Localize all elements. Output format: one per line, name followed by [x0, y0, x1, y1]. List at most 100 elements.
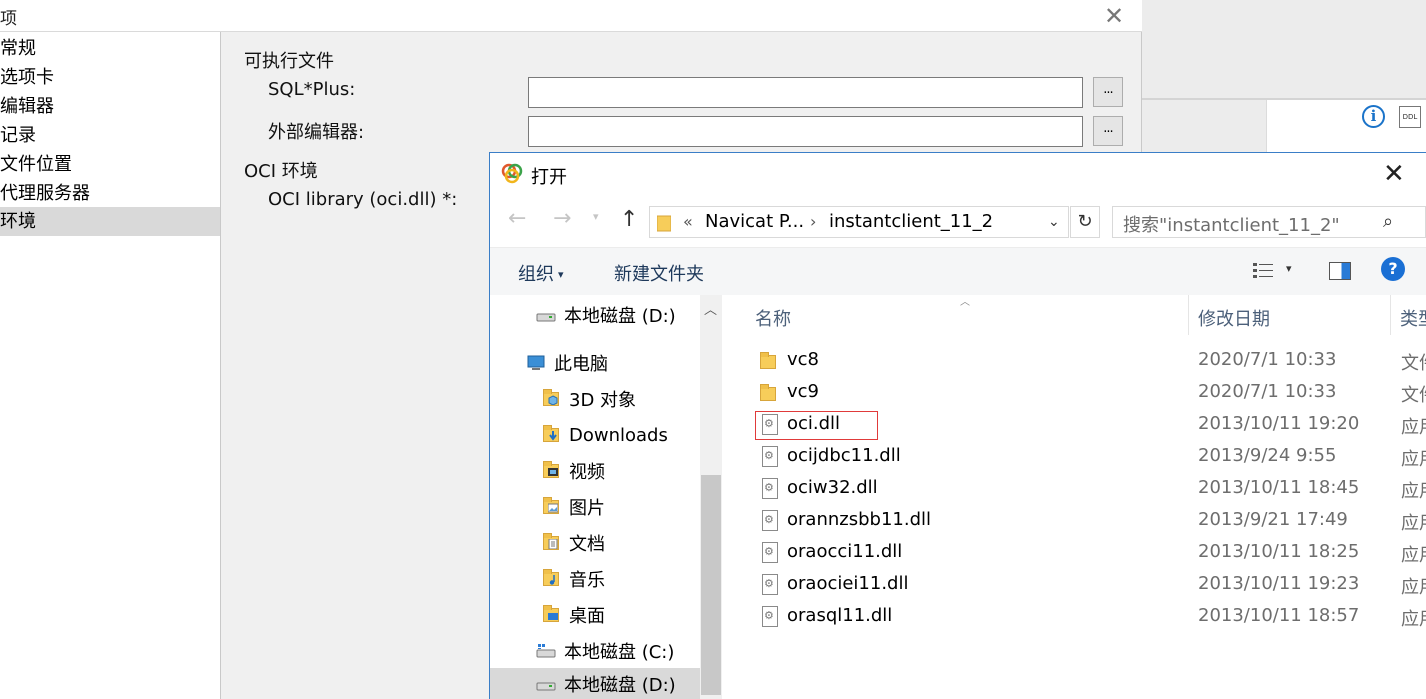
- nav-item-general[interactable]: 常规: [0, 34, 220, 63]
- file-type: 文件夹: [1401, 385, 1426, 406]
- nav-item-proxy[interactable]: 代理服务器: [0, 179, 220, 208]
- column-header-name[interactable]: 名称: [755, 305, 791, 331]
- forward-arrow-icon[interactable]: →: [553, 206, 571, 231]
- help-icon[interactable]: ?: [1381, 257, 1405, 281]
- tree-item-pictures[interactable]: 图片: [541, 491, 700, 523]
- file-row[interactable]: vc8 2020/7/1 10:33 文件夹: [724, 345, 1426, 377]
- search-input[interactable]: 搜索"instantclient_11_2": [1123, 211, 1340, 237]
- column-header-date[interactable]: 修改日期: [1198, 305, 1270, 331]
- file-name: ociw32.dll: [787, 477, 878, 498]
- file-row[interactable]: ocijdbc11.dll 2013/9/24 9:55 应用程序扩展: [724, 441, 1426, 473]
- tree-item-label: 此电脑: [554, 354, 608, 375]
- chevron-down-icon[interactable]: ▾: [1286, 262, 1292, 275]
- nav-item-file-location[interactable]: 文件位置: [0, 150, 220, 179]
- navigation-tree: 本地磁盘 (D:) 此电脑 3D 对象 Downloads 视频 图片 文档 音…: [490, 295, 724, 699]
- tree-scrollbar[interactable]: ︿: [700, 295, 722, 699]
- chevron-down-icon[interactable]: ⌄: [1048, 214, 1060, 230]
- file-type: 应用程序扩展: [1401, 545, 1426, 566]
- file-name: oraocci11.dll: [787, 541, 903, 562]
- tree-item-desktop[interactable]: 桌面: [541, 599, 700, 631]
- chevron-right-icon[interactable]: ›: [810, 212, 816, 231]
- tree-item-documents[interactable]: 文档: [541, 527, 700, 559]
- sqlplus-path-input[interactable]: [528, 77, 1083, 108]
- 3d-objects-icon: [541, 389, 561, 409]
- address-overflow-icon[interactable]: «: [683, 212, 693, 231]
- file-row[interactable]: ociw32.dll 2013/10/11 18:45 应用程序扩展: [724, 473, 1426, 505]
- breadcrumb-navicat[interactable]: Navicat P...: [705, 211, 804, 232]
- tree-item-3d-objects[interactable]: 3D 对象: [541, 383, 700, 415]
- nav-item-records[interactable]: 记录: [0, 121, 220, 150]
- chevron-up-icon[interactable]: ︿: [704, 299, 717, 318]
- search-icon[interactable]: ⌕: [1383, 211, 1393, 232]
- recent-locations-caret-icon[interactable]: ▾: [593, 210, 599, 223]
- scroll-thumb[interactable]: [701, 475, 721, 695]
- tree-item-label: 文档: [569, 534, 605, 555]
- file-type: 文件夹: [1401, 353, 1426, 374]
- tree-item-label: 音乐: [569, 570, 605, 591]
- tree-item-drive-d-selected[interactable]: 本地磁盘 (D:): [490, 668, 700, 699]
- preview-pane-icon[interactable]: [1329, 262, 1351, 280]
- options-nav: 常规 选项卡 编辑器 记录 文件位置 代理服务器 环境: [0, 32, 221, 699]
- file-row[interactable]: orannzsbb11.dll 2013/9/21 17:49 应用程序扩展: [724, 505, 1426, 537]
- windows-drive-icon: [536, 641, 556, 661]
- tree-item-downloads[interactable]: Downloads: [541, 419, 700, 451]
- column-header-type[interactable]: 类型: [1400, 305, 1426, 331]
- nav-item-tabs[interactable]: 选项卡: [0, 63, 220, 92]
- file-type: 应用程序扩展: [1401, 449, 1426, 470]
- nav-item-editor[interactable]: 编辑器: [0, 92, 220, 121]
- tree-item-videos[interactable]: 视频: [541, 455, 700, 487]
- close-icon[interactable]: ✕: [1104, 2, 1124, 30]
- external-editor-path-input[interactable]: [528, 116, 1083, 147]
- new-folder-button[interactable]: 新建文件夹: [614, 260, 704, 286]
- organize-label: 组织: [518, 264, 554, 285]
- drive-icon: [536, 674, 556, 694]
- ddl-icon[interactable]: DDL: [1399, 106, 1421, 128]
- external-editor-browse-button[interactable]: ...: [1093, 116, 1123, 146]
- file-date: 2013/9/21 17:49: [1198, 509, 1348, 530]
- tree-item-music[interactable]: 音乐: [541, 563, 700, 595]
- sqlplus-browse-button[interactable]: ...: [1093, 77, 1123, 107]
- view-list-icon[interactable]: [1252, 262, 1274, 280]
- info-icon[interactable]: i: [1362, 105, 1385, 128]
- file-type: 应用程序扩展: [1401, 481, 1426, 502]
- column-divider[interactable]: [1188, 295, 1189, 335]
- file-row[interactable]: orasql11.dll 2013/10/11 18:57 应用程序扩展: [724, 601, 1426, 633]
- command-bar: 组织 ▾ 新建文件夹 ▾ ?: [490, 247, 1426, 295]
- file-row[interactable]: oraocci11.dll 2013/10/11 18:25 应用程序扩展: [724, 537, 1426, 569]
- search-box[interactable]: 搜索"instantclient_11_2" ⌕: [1112, 206, 1426, 238]
- file-date: 2013/10/11 19:23: [1198, 573, 1360, 594]
- close-icon[interactable]: ✕: [1383, 159, 1405, 189]
- refresh-icon[interactable]: ↻: [1070, 206, 1100, 238]
- file-type: 应用程序扩展: [1401, 577, 1426, 598]
- back-arrow-icon[interactable]: ←: [508, 206, 526, 231]
- file-row[interactable]: oraociei11.dll 2013/10/11 19:23 应用程序扩展: [724, 569, 1426, 601]
- up-arrow-icon[interactable]: ↑: [620, 207, 638, 232]
- file-date: 2020/7/1 10:33: [1198, 349, 1337, 370]
- column-divider[interactable]: [1390, 295, 1391, 335]
- file-date: 2013/9/24 9:55: [1198, 445, 1337, 466]
- file-name: orasql11.dll: [787, 605, 893, 626]
- file-name: vc8: [787, 349, 820, 370]
- sqlplus-label: SQL*Plus:: [268, 79, 356, 100]
- tree-item-this-pc[interactable]: 此电脑: [526, 347, 700, 379]
- file-name: orannzsbb11.dll: [787, 509, 931, 530]
- dll-file-icon: [760, 510, 778, 532]
- address-bar[interactable]: « Navicat P... › instantclient_11_2 ⌄: [649, 206, 1069, 238]
- tree-item-label: 本地磁盘 (D:): [564, 675, 676, 696]
- options-titlebar: 项 ✕: [0, 0, 1142, 32]
- tree-item-label: 本地磁盘 (D:): [564, 306, 676, 327]
- folder-icon: [760, 350, 778, 372]
- navigation-bar: ← → ▾ ↑ « Navicat P... › instantclient_1…: [490, 195, 1426, 243]
- file-type: 应用程序扩展: [1401, 513, 1426, 534]
- tree-item-label: 3D 对象: [569, 390, 637, 411]
- nav-item-environment[interactable]: 环境: [0, 207, 220, 236]
- breadcrumb-instantclient[interactable]: instantclient_11_2: [829, 211, 993, 232]
- tree-item-drive-d[interactable]: 本地磁盘 (D:): [536, 299, 700, 331]
- organize-button[interactable]: 组织 ▾: [518, 260, 564, 286]
- file-name: vc9: [787, 381, 820, 402]
- options-title: 项: [0, 9, 17, 29]
- file-row[interactable]: vc9 2020/7/1 10:33 文件夹: [724, 377, 1426, 409]
- pictures-icon: [541, 497, 561, 517]
- tree-item-drive-c[interactable]: 本地磁盘 (C:): [536, 635, 700, 667]
- folder-icon: [760, 382, 778, 404]
